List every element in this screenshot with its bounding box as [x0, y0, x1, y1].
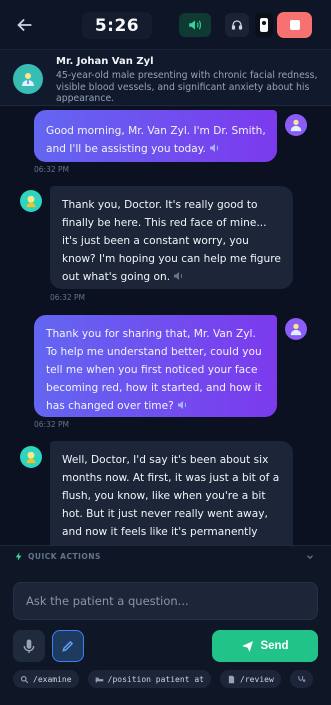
command-label: /review — [240, 674, 274, 684]
camera-icon — [260, 18, 268, 32]
session-timer: 5:26 — [82, 12, 152, 39]
doctor-avatar — [285, 318, 307, 340]
search-icon — [20, 675, 29, 683]
stethoscope-icon — [298, 675, 306, 682]
chevron-down-icon — [307, 555, 313, 560]
microphone-icon — [23, 638, 35, 653]
patient-avatar — [20, 446, 42, 468]
document-icon — [228, 675, 235, 683]
lightning-icon — [15, 552, 22, 561]
doctor-avatar-icon — [290, 323, 302, 336]
question-input[interactable] — [13, 582, 318, 620]
patient-description: 45-year-old male presenting with chronic… — [56, 70, 318, 104]
quick-actions-label: QUICK ACTIONS — [28, 552, 101, 561]
patient-info-panel: Mr. Johan Van Zyl 45-year-old male prese… — [0, 50, 331, 106]
doctor-avatar — [285, 114, 307, 136]
command-chip-review[interactable]: /review — [220, 670, 281, 688]
command-chip-examine[interactable]: /examine — [13, 670, 79, 688]
patient-avatar-icon — [26, 451, 36, 464]
message-text: Thank you, Doctor. It's really good to f… — [62, 199, 281, 283]
speaker-icon — [189, 20, 201, 30]
doctor-message: Thank you for sharing that, Mr. Van Zyl.… — [34, 315, 277, 417]
message-timestamp: 06:32 PM — [50, 293, 85, 302]
volume-button[interactable] — [179, 13, 211, 37]
headphones-icon — [231, 20, 243, 30]
patient-message: Well, Doctor, I'd say it's been about si… — [50, 441, 293, 545]
doctor-avatar-icon — [22, 73, 34, 86]
patient-name: Mr. Johan Van Zyl — [56, 56, 154, 67]
message-timestamp: 06:32 PM — [34, 165, 69, 174]
back-arrow-icon[interactable] — [14, 14, 36, 36]
send-label: Send — [260, 640, 289, 652]
message-text: Thank you for sharing that, Mr. Van Zyl.… — [46, 328, 262, 412]
bed-icon — [95, 676, 103, 682]
send-button[interactable]: Send — [212, 630, 318, 662]
speaker-icon[interactable] — [209, 143, 221, 153]
patient-avatar — [20, 190, 42, 212]
headphones-button[interactable] — [225, 13, 249, 37]
command-chips: /examine /position patient at /review — [13, 670, 331, 692]
stop-icon — [289, 20, 300, 30]
patient-avatar-icon — [26, 195, 36, 208]
top-bar: 5:26 — [0, 0, 331, 50]
speaker-icon[interactable] — [173, 271, 185, 281]
send-icon — [242, 640, 254, 652]
doctor-message: Good morning, Mr. Van Zyl. I'm Dr. Smith… — [34, 110, 277, 162]
camera-button[interactable] — [255, 13, 273, 37]
speaker-icon[interactable] — [177, 400, 189, 410]
patient-avatar — [13, 64, 43, 94]
quick-actions-toggle[interactable]: QUICK ACTIONS — [0, 545, 331, 567]
patient-message: Thank you, Doctor. It's really good to f… — [50, 186, 293, 289]
message-text: Good morning, Mr. Van Zyl. I'm Dr. Smith… — [46, 125, 266, 155]
command-chip-position[interactable]: /position patient at — [87, 670, 211, 688]
microphone-button[interactable] — [13, 630, 45, 662]
command-label: /position patient at — [107, 674, 204, 684]
message-text: Well, Doctor, I'd say it's been about si… — [62, 454, 280, 545]
stop-button[interactable] — [277, 12, 312, 38]
message-timestamp: 06:32 PM — [34, 420, 69, 429]
pencil-icon — [62, 640, 74, 652]
chat-transcript[interactable]: Good morning, Mr. Van Zyl. I'm Dr. Smith… — [0, 107, 331, 545]
command-label: /examine — [33, 674, 72, 684]
edit-button[interactable] — [52, 630, 84, 662]
composer: Send /examine /position patient at /revi… — [0, 567, 331, 705]
command-chip-more[interactable] — [289, 670, 313, 688]
doctor-avatar-icon — [290, 119, 302, 132]
